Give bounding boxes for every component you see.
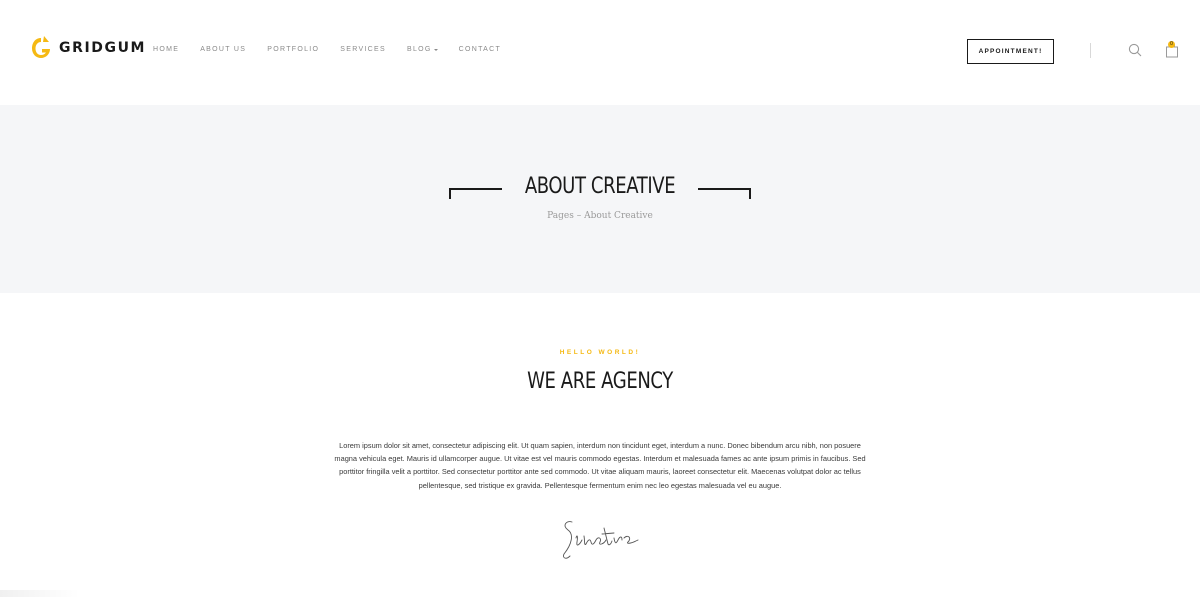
paragraph-line: pellentesque, sed tristique ex gravida. … (418, 480, 782, 490)
header-divider (1090, 43, 1091, 58)
nav-label: ABOUT US (200, 46, 247, 53)
chevron-down-icon (433, 48, 438, 51)
paragraph-line: magna vehicula eget. Mauris id ullamcorp… (334, 454, 866, 464)
logo-text: GRIDGUM (59, 40, 147, 56)
nav-label: HOME (153, 46, 180, 53)
nav-item-contact[interactable]: CONTACT (459, 46, 501, 53)
cart-count-badge: 0 (1168, 41, 1175, 48)
nav-item-services[interactable]: SERVICES (340, 46, 386, 53)
nav-label: CONTACT (458, 46, 502, 53)
page-title: ABOUT CREATIVE (524, 174, 676, 199)
paragraph-line: Lorem ipsum dolor sit amet, consectetur … (339, 441, 861, 450)
main-nav: HOME ABOUT US PORTFOLIO SERVICES BLOG CO… (153, 46, 522, 53)
nav-item-home[interactable]: HOME (153, 46, 179, 53)
nav-label: BLOG (406, 46, 432, 53)
corner-shadow (0, 590, 80, 597)
intro-paragraph: Lorem ipsum dolor sit amet, consectetur … (325, 439, 875, 492)
nav-item-blog[interactable]: BLOG (407, 46, 438, 53)
paragraph-line: porttitor fringilla velit a porttitor. S… (339, 467, 861, 477)
page-title-banner: ABOUT CREATIVE Pages – About Creative (0, 105, 1200, 293)
nav-item-about-us[interactable]: ABOUT US (200, 46, 246, 53)
signature-image (563, 521, 639, 559)
site-header: GRIDGUM HOME ABOUT US PORTFOLIO SERVICES… (0, 0, 1200, 105)
section-title: WE ARE AGENCY (527, 369, 673, 394)
logo-mark-icon (32, 36, 50, 58)
nav-label: SERVICES (340, 46, 386, 53)
logo[interactable]: GRIDGUM (30, 36, 146, 60)
section-eyebrow: HELLO WORLD! (559, 349, 641, 356)
appointment-button[interactable]: APPOINTMENT! (967, 39, 1054, 64)
breadcrumb[interactable]: Pages – About Creative (0, 211, 1200, 221)
search-icon[interactable] (1128, 43, 1142, 57)
nav-label: PORTFOLIO (267, 46, 320, 53)
nav-item-portfolio[interactable]: PORTFOLIO (267, 46, 319, 53)
